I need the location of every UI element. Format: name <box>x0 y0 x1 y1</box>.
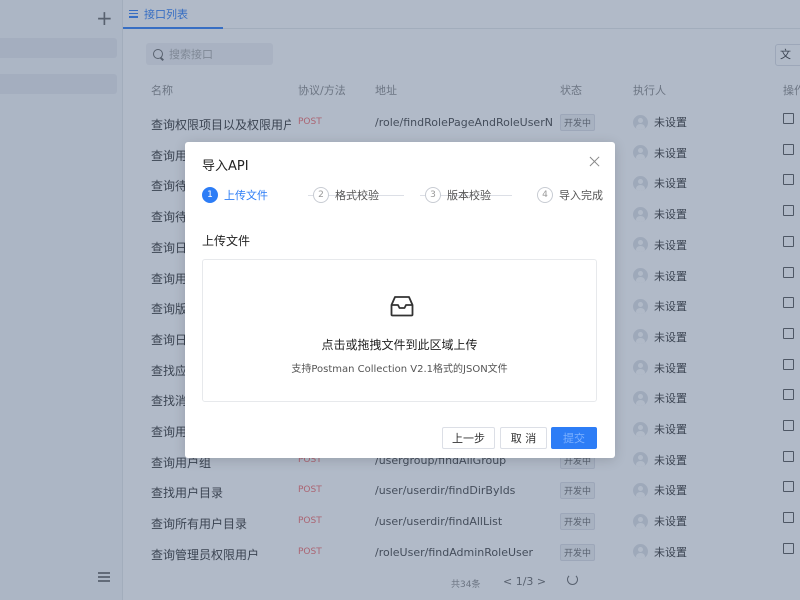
step-4: 4 导入完成 <box>537 187 603 203</box>
dialog-title: 导入API <box>202 159 249 174</box>
submit-button[interactable]: 提交 <box>551 427 597 449</box>
step-1: 1 上传文件 <box>202 187 268 203</box>
step-label: 版本校验 <box>447 189 491 202</box>
inbox-icon <box>390 296 414 317</box>
step-3: 3 版本校验 <box>425 187 491 203</box>
prev-step-button[interactable]: 上一步 <box>442 427 495 449</box>
step-2: 2 格式校验 <box>313 187 379 203</box>
step-number: 1 <box>202 187 218 203</box>
upload-dropzone[interactable]: 点击或拖拽文件到此区域上传 支持Postman Collection V2.1格… <box>202 259 597 402</box>
dropzone-sub-text: 支持Postman Collection V2.1格式的JSON文件 <box>291 364 508 375</box>
step-label: 上传文件 <box>224 189 268 202</box>
cancel-button[interactable]: 取 消 <box>500 427 547 449</box>
import-api-dialog: 导入API 1 上传文件 2 格式校验 3 版本校验 4 导入完成 上传文件 点… <box>185 142 615 458</box>
step-label: 导入完成 <box>559 189 603 202</box>
step-number: 2 <box>313 187 329 203</box>
steps-indicator: 1 上传文件 2 格式校验 3 版本校验 4 导入完成 <box>202 187 603 209</box>
dropzone-main-text: 点击或拖拽文件到此区域上传 <box>321 338 478 352</box>
step-number: 3 <box>425 187 441 203</box>
close-icon[interactable] <box>589 156 600 167</box>
step-label: 格式校验 <box>335 189 379 202</box>
step-number: 4 <box>537 187 553 203</box>
section-title: 上传文件 <box>202 234 251 248</box>
